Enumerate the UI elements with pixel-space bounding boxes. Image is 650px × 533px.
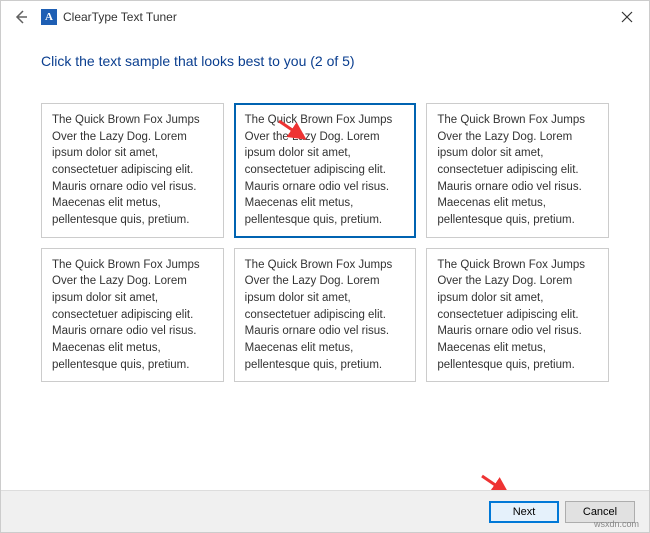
page-heading: Click the text sample that looks best to…	[41, 53, 609, 69]
titlebar: A ClearType Text Tuner	[1, 1, 649, 33]
close-icon	[621, 11, 633, 23]
back-button[interactable]	[9, 5, 33, 29]
next-button[interactable]: Next	[489, 501, 559, 523]
text-sample-5[interactable]: The Quick Brown Fox Jumps Over the Lazy …	[234, 248, 417, 383]
footer-bar: Next Cancel	[1, 490, 649, 532]
app-icon: A	[41, 9, 57, 25]
text-sample-3[interactable]: The Quick Brown Fox Jumps Over the Lazy …	[426, 103, 609, 238]
close-button[interactable]	[615, 7, 639, 27]
sample-grid: The Quick Brown Fox Jumps Over the Lazy …	[41, 103, 609, 382]
text-sample-2[interactable]: The Quick Brown Fox Jumps Over the Lazy …	[234, 103, 417, 238]
back-arrow-icon	[13, 9, 29, 25]
watermark-label: wsxdn.com	[594, 519, 639, 529]
text-sample-4[interactable]: The Quick Brown Fox Jumps Over the Lazy …	[41, 248, 224, 383]
window-title: ClearType Text Tuner	[63, 10, 177, 24]
text-sample-6[interactable]: The Quick Brown Fox Jumps Over the Lazy …	[426, 248, 609, 383]
text-sample-1[interactable]: The Quick Brown Fox Jumps Over the Lazy …	[41, 103, 224, 238]
content-area: Click the text sample that looks best to…	[1, 33, 649, 382]
